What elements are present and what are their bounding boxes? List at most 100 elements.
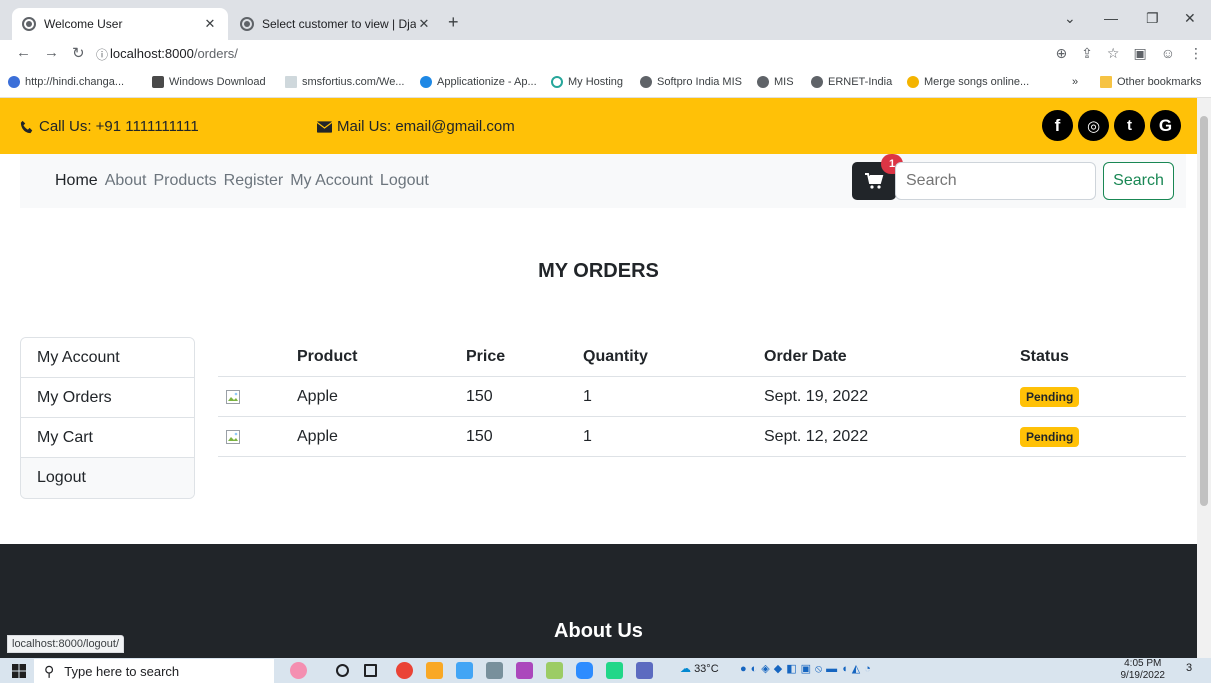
scrollbar-thumb[interactable] [1200, 116, 1208, 506]
nav-about[interactable]: About [105, 172, 147, 190]
cortana-icon[interactable] [336, 664, 349, 677]
share-icon[interactable]: ⇪ [1081, 45, 1093, 62]
paint-icon[interactable] [516, 662, 533, 679]
bookmark-item[interactable]: MIS [757, 76, 794, 88]
bookmark-item[interactable]: My Hosting [551, 76, 623, 88]
facebook-icon[interactable]: f [1042, 110, 1073, 141]
nav-register[interactable]: Register [224, 172, 284, 190]
cart-icon [865, 173, 884, 189]
broken-image-icon [226, 430, 240, 444]
app-icon[interactable] [636, 662, 653, 679]
task-view-icon[interactable] [364, 664, 377, 677]
phone-icon [20, 120, 33, 133]
zoom-icon[interactable]: ⊕ [1055, 45, 1067, 62]
pycharm-icon[interactable] [606, 662, 623, 679]
folder-icon [1100, 76, 1112, 88]
side-menu-logout[interactable]: Logout [21, 458, 194, 498]
url-field[interactable]: localhost:8000/orders/ [110, 46, 238, 61]
side-menu-my-orders[interactable]: My Orders [21, 378, 194, 418]
bookmark-item[interactable]: smsfortius.com/We... [285, 76, 404, 88]
side-panel-icon[interactable]: ▣ [1133, 45, 1146, 62]
system-tray-icons[interactable]: ●◐◈◆◧▣⦸▬◖◭◔ [740, 662, 875, 676]
site-icon [8, 76, 20, 88]
menu-icon[interactable]: ⋮ [1189, 45, 1203, 62]
nav-my-account[interactable]: My Account [290, 172, 373, 190]
column-header-price: Price [466, 348, 506, 365]
page-viewport: Call Us: +91 1111111111 Mail Us: email@g… [0, 98, 1197, 658]
browser-tab-bar: Welcome User ✕ Select customer to view |… [0, 0, 1211, 40]
globe-icon [811, 76, 823, 88]
table-row: Apple 150 1 Sept. 12, 2022 Pending [218, 417, 1186, 457]
bookmark-item[interactable]: Windows Download [152, 76, 266, 88]
file-explorer-icon[interactable] [426, 662, 443, 679]
nav-logout[interactable]: Logout [380, 172, 429, 190]
app-icon[interactable] [546, 662, 563, 679]
minimize-button[interactable]: — [1104, 10, 1118, 26]
status-badge: Pending [1020, 427, 1080, 447]
reload-icon[interactable]: ↻ [72, 44, 85, 62]
close-tab-icon[interactable]: ✕ [202, 16, 218, 32]
maximize-button[interactable]: ❐ [1146, 10, 1159, 27]
tab-select-customer[interactable]: Select customer to view | Django ✕ [230, 8, 442, 40]
footer: About Us [0, 544, 1197, 658]
close-tab-icon[interactable]: ✕ [416, 16, 432, 32]
tab-label: Welcome User [44, 17, 123, 31]
google-icon[interactable]: G [1150, 110, 1181, 141]
account-side-menu: My Account My Orders My Cart Logout [20, 337, 195, 499]
windows-start-icon[interactable] [12, 664, 26, 678]
order-date: Sept. 12, 2022 [764, 428, 869, 445]
side-menu-my-cart[interactable]: My Cart [21, 418, 194, 458]
column-header-status: Status [1020, 348, 1069, 365]
page-scrollbar[interactable] [1197, 98, 1211, 658]
globe-icon [757, 76, 769, 88]
mail-icon [317, 120, 332, 133]
search-input[interactable] [895, 162, 1096, 200]
side-menu-my-account[interactable]: My Account [21, 338, 194, 378]
instagram-icon[interactable]: ◎ [1078, 110, 1109, 141]
nav-home[interactable]: Home [55, 172, 98, 190]
globe-icon [640, 76, 652, 88]
address-bar-icons: ⊕ ⇪ ☆ ▣ ☺ ⋮ [1055, 45, 1203, 62]
cloud-icon [420, 76, 432, 88]
merge-icon [907, 76, 919, 88]
back-icon[interactable]: ← [16, 44, 31, 61]
other-bookmarks[interactable]: Other bookmarks [1100, 76, 1201, 88]
new-tab-button[interactable]: + [448, 12, 459, 33]
notification-icon[interactable]: 3 [1186, 662, 1192, 674]
table-header-row: Product Price Quantity Order Date Status [218, 337, 1186, 377]
globe-icon [240, 17, 254, 31]
weather[interactable]: ☁ 33°C [680, 662, 719, 675]
zoom-app-icon[interactable] [576, 662, 593, 679]
hosting-icon [551, 76, 563, 88]
search-icon: ⚲ [44, 662, 55, 679]
bookmark-item[interactable]: Applicationize - Ap... [420, 76, 537, 88]
mail-info: Mail Us: email@gmail.com [317, 118, 515, 135]
bookmark-item[interactable]: Merge songs online... [907, 76, 1029, 88]
chrome-icon[interactable] [396, 662, 413, 679]
bookmark-star-icon[interactable]: ☆ [1107, 45, 1120, 62]
status-badge: Pending [1020, 387, 1080, 407]
bookmark-item[interactable]: ERNET-India [811, 76, 892, 88]
forward-icon[interactable]: → [44, 44, 59, 61]
profile-icon[interactable]: ☺ [1161, 45, 1175, 62]
price: 150 [466, 388, 493, 405]
flower-icon[interactable] [290, 662, 307, 679]
app-icon[interactable] [456, 662, 473, 679]
globe-icon [22, 17, 36, 31]
twitter-icon[interactable]: t [1114, 110, 1145, 141]
tab-welcome-user[interactable]: Welcome User ✕ [12, 8, 228, 40]
app-icon[interactable] [486, 662, 503, 679]
bookmark-item[interactable]: Softpro India MIS [640, 76, 742, 88]
product-name: Apple [297, 428, 338, 445]
search-button[interactable]: Search [1103, 162, 1174, 200]
call-info: Call Us: +91 1111111111 [20, 118, 199, 135]
taskbar-search-box[interactable]: ⚲ Type here to search [34, 659, 274, 683]
tab-search-icon[interactable]: ⌄ [1064, 10, 1076, 27]
info-icon[interactable]: ⓘ [96, 46, 108, 63]
bookmark-item[interactable]: http://hindi.changa... [8, 76, 124, 88]
close-window-button[interactable]: ✕ [1184, 10, 1196, 27]
nav-products[interactable]: Products [154, 172, 217, 190]
windows-taskbar: ⚲ Type here to search ☁ 33°C ●◐◈◆◧▣⦸▬◖◭◔… [0, 658, 1211, 683]
more-bookmarks-icon[interactable]: » [1072, 76, 1078, 88]
clock[interactable]: 4:05 PM 9/19/2022 [1121, 658, 1166, 682]
